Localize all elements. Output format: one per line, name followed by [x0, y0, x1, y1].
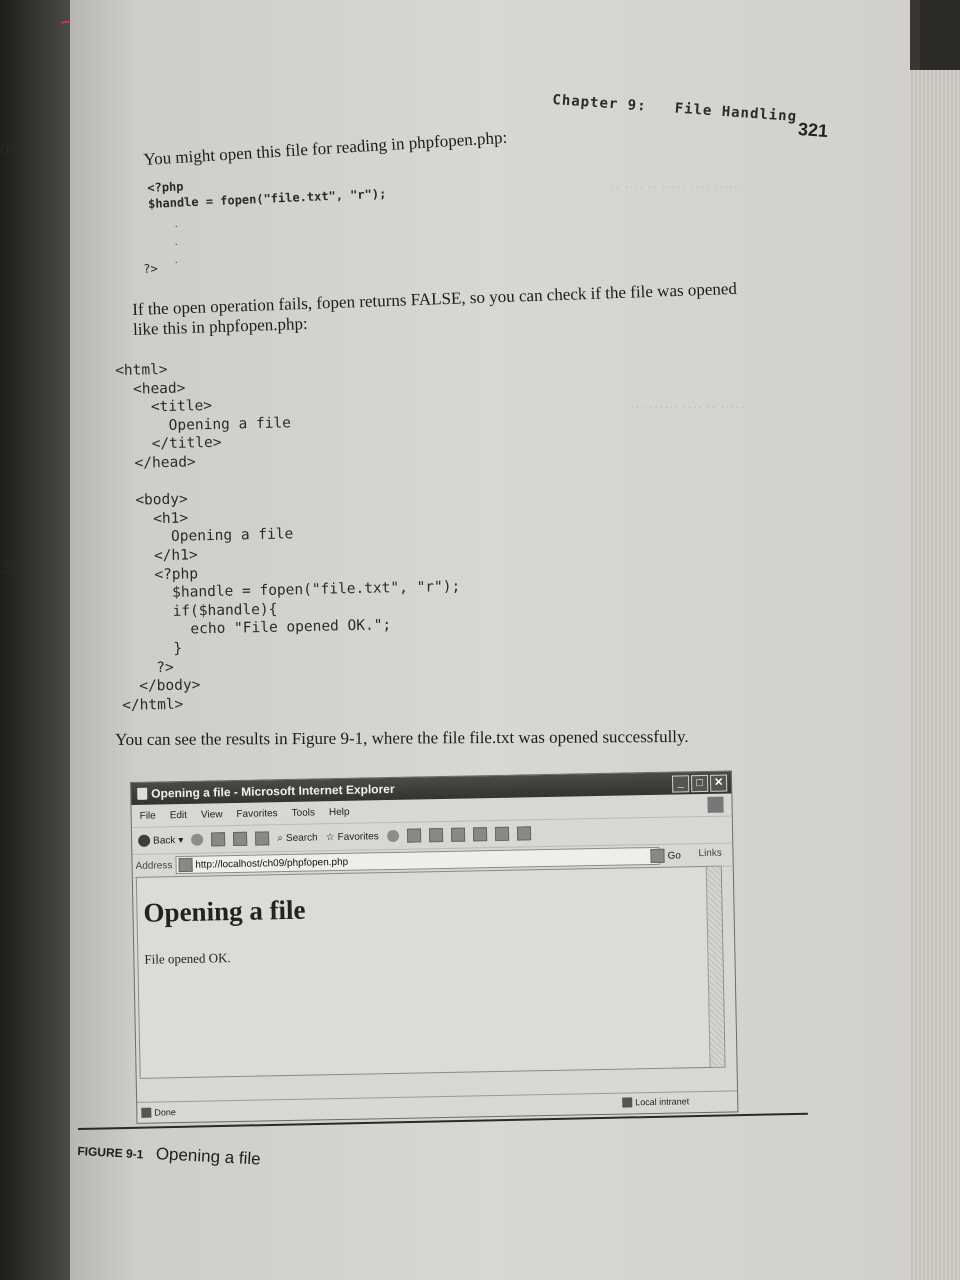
code-line: </html> [122, 696, 184, 714]
ie-icon [137, 787, 148, 800]
go-arrow-icon [650, 848, 665, 864]
minimize-icon: _ [671, 775, 690, 793]
menu-help: Help [328, 806, 350, 818]
maximize-icon: □ [690, 774, 709, 793]
home-icon [255, 831, 270, 846]
paragraph-intro: You might open this file for reading in … [143, 127, 508, 169]
ellipsis-dots: ... [175, 219, 178, 266]
stop-icon [211, 832, 226, 847]
code-line: <body> [117, 491, 188, 510]
code-line: <h1> [118, 510, 189, 528]
figure-label: FIGURE 9-1 [77, 1143, 144, 1162]
favorites-label: Favorites [337, 830, 379, 843]
back-label: Back [153, 834, 176, 847]
edit-icon [472, 827, 487, 842]
code-line: if($handle){ [120, 601, 278, 621]
window-controls: _ □ ✕ [671, 774, 728, 793]
rendered-heading: Opening a file [143, 894, 306, 928]
page-icon [178, 857, 193, 873]
code-line: echo "File opened OK."; [120, 617, 392, 640]
code-line: Opening a file [116, 415, 292, 435]
intranet-icon [622, 1097, 633, 1108]
forward-arrow-icon [191, 833, 204, 846]
code-line: <head> [115, 380, 186, 398]
paragraph-check: If the open operation fails, fopen retur… [132, 279, 738, 340]
code-line: <?php [147, 179, 184, 195]
page-done-icon [141, 1107, 152, 1118]
code-line: <html> [115, 361, 168, 379]
address-label: Address [135, 859, 173, 872]
chevron-down-icon: ▾ [178, 834, 184, 846]
bleed-through-text: ··· ······ ···· ·· ····· [630, 400, 745, 416]
page-content-area: Opening a file File opened OK. [135, 865, 726, 1079]
media-icon [386, 829, 399, 843]
mail-icon [428, 828, 443, 843]
messenger-icon [516, 826, 531, 841]
menu-edit: Edit [169, 809, 188, 821]
menu-favorites: Favorites [236, 807, 278, 820]
back-button: Back ▾ [138, 834, 183, 847]
refresh-icon [233, 831, 248, 847]
figure-title: Opening a file [155, 1144, 262, 1169]
zone-text: Local intranet [635, 1096, 690, 1108]
search-icon: ⌕ [277, 832, 284, 844]
paragraph-results: You can see the results in Figure 9-1, w… [115, 726, 689, 749]
code-block-1-end: ?> [143, 261, 158, 276]
bleed-through-text: ·· ···· ·· ····· ···· ····· [610, 180, 739, 196]
menu-view: View [200, 808, 223, 821]
browser-window-screenshot: Opening a file - Microsoft Internet Expl… [130, 770, 739, 1124]
figure-caption: FIGURE 9-1 Opening a file [77, 1140, 261, 1170]
links-label: Links [698, 847, 722, 860]
code-line: <?php [119, 565, 199, 584]
left-page-fragment: 30 [0, 556, 20, 578]
discuss-icon [494, 826, 509, 842]
print-icon [450, 827, 465, 842]
security-zone: Local intranet [622, 1096, 690, 1108]
back-arrow-icon [138, 834, 151, 847]
menu-file: File [139, 810, 156, 822]
rendered-message: File opened OK. [144, 950, 231, 967]
code-block-1: <?php $handle = fopen("file.txt", "r"); [147, 170, 387, 212]
code-line: ?> [121, 659, 174, 677]
windows-logo-icon [707, 796, 724, 813]
code-block-2: <html> <head> <title> Opening a file </t… [115, 355, 463, 715]
book-page: ·· ···· ·· ····· ···· ····· ··· ······ ·… [70, 0, 910, 1280]
running-header: Chapter 9: File Handling [552, 92, 798, 125]
window-title: Opening a file - Microsoft Internet Expl… [151, 781, 395, 801]
chapter-label: Chapter 9: [551, 92, 648, 115]
menu-tools: Tools [291, 806, 316, 819]
code-line: </title> [116, 435, 222, 454]
status-text: Done [154, 1107, 176, 1118]
address-url: http://localhost/ch09/phpfopen.php [195, 856, 349, 871]
go-button: Go [650, 848, 681, 864]
go-label: Go [667, 849, 681, 862]
code-line: } [120, 640, 183, 658]
code-line: </h1> [118, 547, 198, 565]
section-label: File Handling [674, 100, 798, 126]
star-icon: ☆ [325, 831, 335, 843]
search-label: Search [285, 831, 318, 844]
code-line: </body> [121, 677, 201, 696]
history-icon [406, 828, 421, 843]
vertical-scrollbar [705, 866, 725, 1067]
left-page-fragment: ou [0, 138, 18, 158]
search-button: ⌕ Search [277, 832, 318, 844]
code-line: <title> [115, 398, 213, 417]
code-line: Opening a file [118, 526, 294, 547]
code-line: </head> [116, 454, 196, 472]
favorites-button: ☆ Favorites [326, 831, 379, 843]
close-icon: ✕ [709, 774, 728, 792]
page-number: 321 [797, 118, 829, 142]
status-done: Done [141, 1107, 176, 1118]
